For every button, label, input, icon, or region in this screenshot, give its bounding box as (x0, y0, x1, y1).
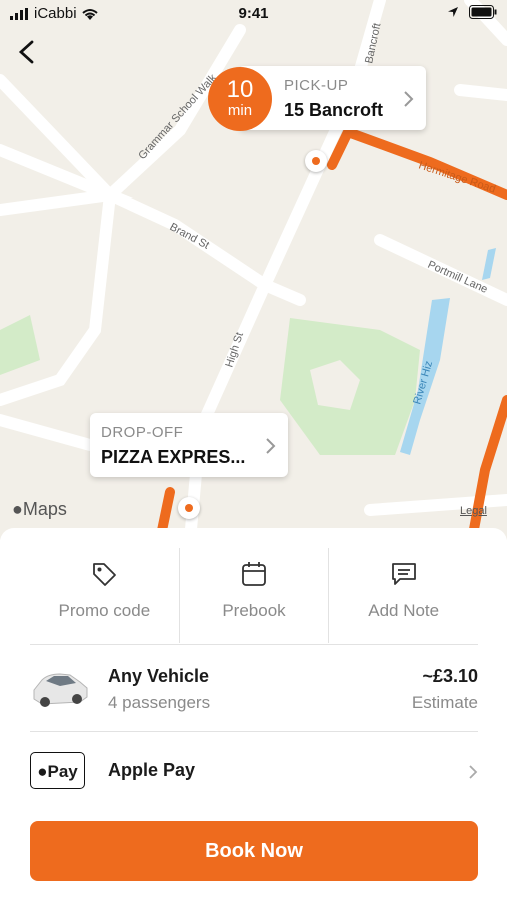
pickup-label: PICK-UP (284, 77, 349, 94)
map-view[interactable]: Grammar School Walk Bancroft Brand St Hi… (0, 0, 507, 540)
payment-method: Apple Pay (108, 760, 196, 780)
apple-logo-icon: ● (12, 499, 23, 519)
payment-row[interactable]: ●Pay Apple Pay (30, 752, 478, 792)
status-bar: iCabbi 9:41 (0, 0, 507, 28)
car-icon (33, 673, 88, 707)
dropoff-callout[interactable]: DROP-OFF PIZZA EXPRES... (90, 413, 288, 477)
apple-pay-badge-text: Pay (47, 762, 78, 781)
promo-code-label: Promo code (58, 601, 151, 620)
book-now-button[interactable]: Book Now (30, 821, 478, 881)
dropoff-pin[interactable] (178, 497, 200, 519)
maps-attribution: Maps (22, 499, 67, 519)
divider (30, 731, 478, 732)
battery-icon (469, 5, 497, 19)
apple-pay-badge: ●Pay (30, 752, 85, 789)
legal-link[interactable]: Legal (460, 505, 487, 517)
vehicle-passengers: 4 passengers (108, 693, 211, 712)
prebook-button[interactable]: Prebook (178, 548, 329, 643)
eta-unit: min (227, 102, 253, 119)
apple-maps-logo: ●Maps (12, 499, 67, 520)
add-note-button[interactable]: Add Note (328, 548, 478, 643)
eta-badge: 10 min (208, 67, 272, 131)
tag-icon (93, 563, 117, 586)
promo-code-button[interactable]: Promo code (30, 548, 179, 643)
chevron-right-icon (469, 765, 478, 779)
add-note-label: Add Note (368, 601, 440, 620)
status-time: 9:41 (238, 5, 269, 22)
vehicle-row[interactable]: Any Vehicle 4 passengers ~£3.10 Estimate (30, 658, 478, 726)
back-chevron-icon[interactable] (14, 38, 38, 66)
options-row: Promo code Prebook Add Note (30, 548, 478, 643)
chevron-right-icon (266, 438, 276, 454)
pickup-address: 15 Bancroft (284, 100, 384, 120)
divider (30, 644, 478, 645)
fare-estimate-label: Estimate (411, 693, 478, 712)
pickup-pin[interactable] (305, 150, 327, 172)
calendar-icon (242, 562, 266, 586)
vehicle-name: Any Vehicle (108, 666, 210, 686)
chevron-right-icon (404, 91, 414, 107)
apple-logo-icon: ● (37, 762, 48, 781)
dropoff-label: DROP-OFF (101, 424, 184, 441)
eta-value: 10 (226, 76, 254, 103)
dropoff-address: PIZZA EXPRES... (101, 447, 246, 467)
booking-sheet: Promo code Prebook Add Note Any Vehicle … (0, 528, 507, 900)
location-arrow-icon (448, 7, 458, 17)
note-icon (391, 563, 416, 585)
fare-price: ~£3.10 (422, 666, 478, 686)
prebook-label: Prebook (222, 601, 286, 620)
